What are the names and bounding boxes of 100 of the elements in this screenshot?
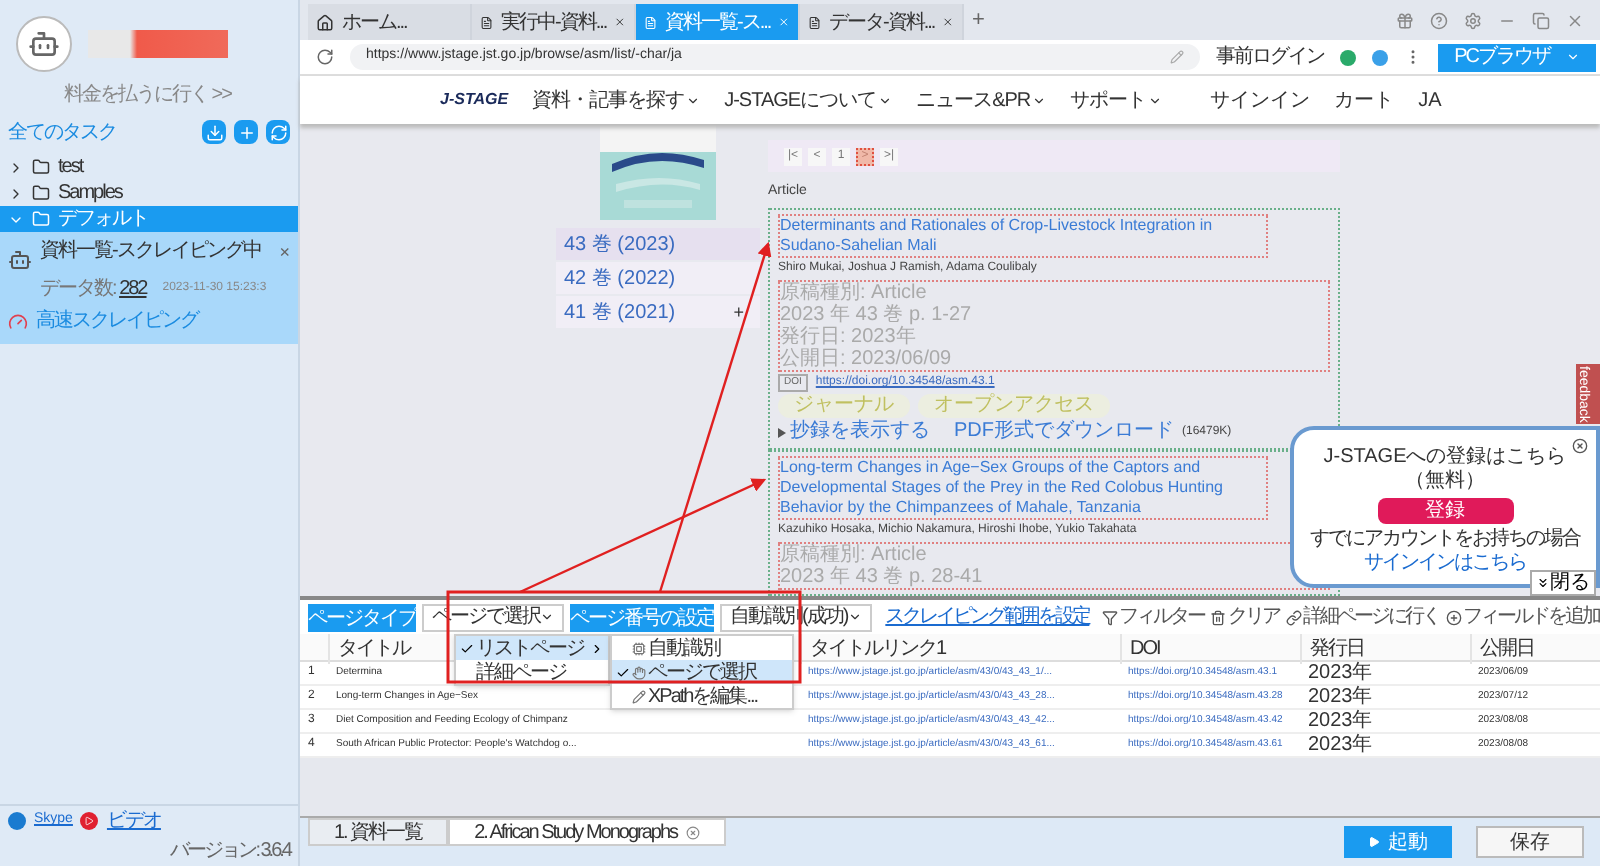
save-button[interactable]: 保存 <box>1476 826 1584 858</box>
nav-menu[interactable]: サポート <box>1070 85 1147 115</box>
caret-icon <box>686 93 701 107</box>
trash-icon[interactable] <box>1210 609 1227 625</box>
menu-item[interactable]: リストページ <box>456 636 608 660</box>
robot-icon <box>8 248 32 272</box>
settings-icon[interactable] <box>1464 11 1482 29</box>
play-icon <box>1368 836 1380 848</box>
help-icon[interactable] <box>1430 11 1448 29</box>
task-tab[interactable]: 1. 資料一覧 <box>308 818 449 846</box>
toolbar-action[interactable]: フィールドを追加 <box>1463 602 1600 632</box>
restore-icon[interactable] <box>1532 11 1550 29</box>
caret-icon <box>878 93 893 107</box>
article-meta: 原稿種別: Article 2023 年 43 巻 p. 1-27 発行日: 2023年 公開日: 2023/06/09 <box>778 279 1330 371</box>
close-icon[interactable] <box>942 14 954 30</box>
table-cell: 2023年 <box>1308 686 1373 708</box>
menu-item[interactable]: ページで選択 <box>612 660 792 684</box>
close-button[interactable]: 閉る <box>1530 570 1596 596</box>
popup-title: J-STAGEへの登録はこちら（無料） <box>1321 446 1569 494</box>
menu-item[interactable]: XPathを編集... <box>612 684 792 708</box>
caret-icon <box>1032 93 1047 107</box>
caret-icon <box>1148 93 1163 107</box>
submenu-icon <box>590 641 604 655</box>
signin-link[interactable]: サインインはこちら <box>1364 552 1526 576</box>
browser-tab[interactable]: データ-資料... <box>800 4 964 40</box>
toolbar-action[interactable]: クリア <box>1228 602 1280 632</box>
close-icon[interactable] <box>685 825 700 839</box>
register-button[interactable]: 登録 <box>1377 498 1513 524</box>
toolbar-action[interactable]: フィルター <box>1119 602 1205 632</box>
range-link[interactable]: スクレイピング範囲を設定 <box>885 602 1090 632</box>
speed-icon <box>8 311 28 331</box>
table-cell: 2023年 <box>1308 662 1373 684</box>
expand-toggle[interactable]: + <box>733 302 744 322</box>
link-icon[interactable] <box>1285 609 1302 625</box>
folder-item[interactable]: test <box>0 154 298 180</box>
volume-item[interactable]: 42 巻 (2022) <box>556 262 760 294</box>
skype-icon <box>8 812 26 830</box>
menu-item[interactable]: 詳細ページ <box>456 660 608 684</box>
tasks-heading: 全てのタスク <box>8 119 116 147</box>
volume-item[interactable]: 41 巻 (2021) + <box>556 296 760 328</box>
browser-tab[interactable]: ホーム... <box>308 4 472 40</box>
task-title: 資料一覧-スクレイピング中 <box>40 240 263 264</box>
close-icon[interactable] <box>1572 438 1588 454</box>
column-header: 公開日 <box>1470 634 1600 664</box>
column-header: DOI <box>1120 634 1300 664</box>
import-icon[interactable] <box>202 120 226 144</box>
chip-icon <box>632 641 646 655</box>
mode-label: 高速スクレイピング <box>36 307 198 336</box>
volume-item[interactable]: 43 巻 (2023) <box>556 228 760 260</box>
nav-menu[interactable]: ニュース&PR <box>916 85 1031 115</box>
version-label: バージョン: 3.6.4 <box>170 838 290 866</box>
double-chevron-icon <box>1536 576 1550 590</box>
add-icon[interactable] <box>1445 609 1462 625</box>
article-title[interactable]: Long-term Changes in Age−Sex Groups of the Captors and Developmental Stages of the Prey in the Red Colobus Hunting Behavior by the Chimpanzees of Mahale, Tanzania <box>778 456 1268 520</box>
data-count: データ数: 282 <box>40 276 147 304</box>
nav-menu[interactable]: J-STAGEについて <box>724 85 877 115</box>
folder-icon <box>32 210 50 228</box>
nav-menu[interactable]: 資料・記事を探す <box>532 85 685 115</box>
page-icon <box>644 13 658 31</box>
filter-icon[interactable] <box>1101 609 1118 625</box>
robot-icon <box>28 28 60 60</box>
column-header: 発行日 <box>1300 634 1470 664</box>
status-icon <box>1340 49 1357 65</box>
folder-item[interactable]: Samples <box>0 180 298 206</box>
task-tab[interactable]: 2. African Study Monographs <box>448 818 726 846</box>
folder-icon <box>32 184 50 202</box>
close-icon[interactable]: × <box>279 240 290 267</box>
edit-icon <box>1170 50 1185 64</box>
article-tag: オープンアクセス <box>918 394 1110 418</box>
site-logo[interactable]: J-STAGE <box>440 88 509 112</box>
home-icon <box>316 13 334 31</box>
article-title[interactable]: Determinants and Rationales of Crop-Livestock Integration in Sudano-Sahelian Mali <box>778 213 1268 257</box>
video-link[interactable]: ビデオ <box>106 806 161 836</box>
browser-tab[interactable]: 実行中-資料... <box>472 4 636 40</box>
nav-link[interactable]: サインイン <box>1210 85 1311 115</box>
nav-link[interactable]: カート <box>1334 85 1395 115</box>
pdf-link[interactable]: PDF形式でダウンロード <box>954 420 1174 444</box>
reload-icon[interactable] <box>316 48 334 66</box>
abstract-toggle[interactable]: 抄録を表示する <box>790 420 930 444</box>
prelogin-link[interactable]: 事前ログイン <box>1216 42 1325 72</box>
page-icon <box>480 13 494 31</box>
redacted-bar <box>88 30 228 58</box>
close-icon[interactable] <box>614 14 626 30</box>
check-icon <box>460 641 474 655</box>
pencil-icon <box>632 689 646 703</box>
refresh-icon[interactable] <box>266 120 290 144</box>
extension-icon[interactable] <box>1372 49 1389 65</box>
toolbar-action[interactable]: 詳細ページに行く <box>1303 602 1440 632</box>
gift-icon[interactable] <box>1396 11 1414 29</box>
column-header: タイトルリンク1 <box>800 634 1120 664</box>
menu-item[interactable]: 自動識別 <box>612 636 792 660</box>
new-tab-button[interactable]: + <box>964 3 993 37</box>
hand-icon <box>632 665 646 679</box>
table-cell: 2023年 <box>1308 734 1373 756</box>
article-tag: ジャーナル <box>778 394 910 418</box>
caret-icon <box>540 610 554 624</box>
folder-icon <box>32 158 50 176</box>
caret-icon <box>778 427 786 437</box>
caret-icon <box>847 610 862 624</box>
nav-link[interactable]: JA <box>1418 85 1442 115</box>
